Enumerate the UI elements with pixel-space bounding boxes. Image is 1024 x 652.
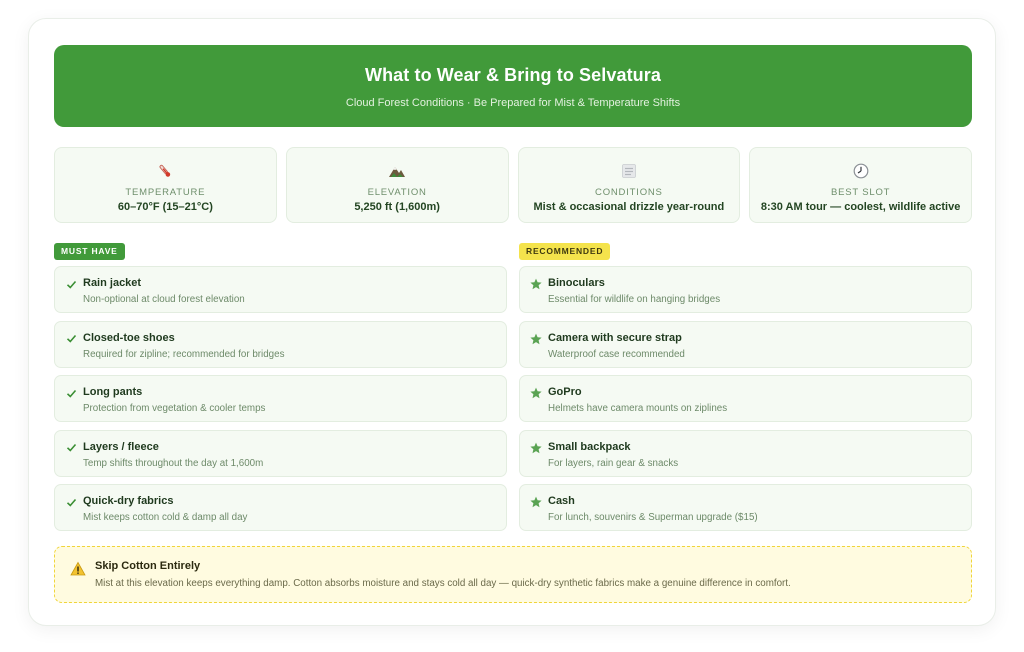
list-item: Quick-dry fabrics Mist keeps cotton cold… [54,484,507,531]
page-subtitle: Cloud Forest Conditions · Be Prepared fo… [345,97,681,109]
list-item: Rain jacket Non-optional at cloud forest… [54,266,507,313]
recommended-badge: RECOMMENDED [519,243,611,260]
stat-label: ELEVATION [367,187,427,198]
warning-icon [70,561,86,577]
stat-temperature: TEMPERATURE 60–70°F (15–21°C) [54,147,277,223]
item-title: Quick-dry fabrics [83,495,174,507]
must-have-badge: MUST HAVE [54,243,125,260]
cotton-warning-callout: Skip Cotton Entirely Mist at this elevat… [54,546,972,603]
checkmark-icon [64,441,78,455]
item-description: Protection from vegetation & cooler temp… [83,403,266,414]
stat-best-slot: BEST SLOT 8:30 AM tour — coolest, wildli… [749,147,972,223]
star-icon [529,277,543,291]
item-description: Mist keeps cotton cold & damp all day [83,512,248,523]
header-banner: What to Wear & Bring to Selvatura Cloud … [54,45,972,127]
item-description: Waterproof case recommended [548,348,685,360]
stat-value: 5,250 ft (1,600m) [354,201,440,213]
clock-icon [750,162,971,180]
checkmark-icon [64,386,78,400]
item-title: Layers / fleece [83,440,159,453]
item-description: For layers, rain gear & snacks [548,457,679,469]
warning-text: Mist at this elevation keeps everything … [95,578,791,589]
stat-conditions: CONDITIONS Mist & occasional drizzle yea… [517,147,741,223]
list-item: GoPro Helmets have camera mounts on zipl… [519,375,972,422]
item-title: Camera with secure strap [548,331,682,344]
list-item: Long pants Protection from vegetation & … [54,375,507,422]
warning-title: Skip Cotton Entirely [95,560,201,572]
page-title: What to Wear & Bring to Selvatura [364,65,661,85]
stat-label: BEST SLOT [830,187,891,198]
stat-label: CONDITIONS [595,187,663,198]
stat-value: Mist & occasional drizzle year-round [533,201,725,213]
checkmark-icon [64,332,78,346]
thermometer-icon [55,162,276,180]
item-description: Non-optional at cloud forest elevation [83,294,245,305]
star-icon [529,386,543,400]
recommended-list: Binoculars Essential for wildlife on han… [519,266,972,539]
checkmark-icon [64,277,78,291]
item-title: Long pants [83,386,143,398]
item-title: Binoculars [548,277,605,289]
stat-value: 60–70°F (15–21°C) [117,201,213,213]
fog-icon [519,162,740,180]
list-item: Camera with secure strap Waterproof case… [519,320,972,368]
star-icon [529,495,543,509]
recommended-column: RECOMMENDED Binoculars Essential for wil… [519,241,972,531]
list-item: Cash For lunch, souvenirs & Superman upg… [519,484,972,531]
item-title: Rain jacket [83,277,142,289]
star-icon [529,332,543,346]
must-have-list: Rain jacket Non-optional at cloud forest… [54,266,507,539]
stat-label: TEMPERATURE [125,187,206,198]
list-item: Closed-toe shoes Required for zipline; r… [54,320,507,368]
item-description: Temp shifts throughout the day at 1,600m [83,457,264,469]
mountain-icon [287,162,508,180]
stat-elevation: ELEVATION 5,250 ft (1,600m) [285,147,509,223]
conditions-stats: TEMPERATURE 60–70°F (15–21°C) ELEVATION … [54,147,972,223]
star-icon [529,441,543,455]
item-description: Required for zipline; recommended for br… [83,348,285,360]
item-description: For lunch, souvenirs & Superman upgrade … [548,512,758,523]
item-description: Helmets have camera mounts on ziplines [548,403,728,414]
must-have-column: MUST HAVE Rain jacket Non-optional at cl… [54,241,507,531]
item-title: Small backpack [548,440,631,453]
stat-value: 8:30 AM tour — coolest, wildlife active [760,201,961,213]
packing-card: What to Wear & Bring to Selvatura Cloud … [28,18,996,626]
checkmark-icon [64,495,78,509]
list-item: Binoculars Essential for wildlife on han… [519,266,972,313]
item-description: Essential for wildlife on hanging bridge… [548,294,721,305]
list-item: Layers / fleece Temp shifts throughout t… [54,429,507,477]
item-title: Cash [548,495,575,507]
list-item: Small backpack For layers, rain gear & s… [519,429,972,477]
item-title: Closed-toe shoes [83,331,175,344]
item-title: GoPro [548,386,582,398]
